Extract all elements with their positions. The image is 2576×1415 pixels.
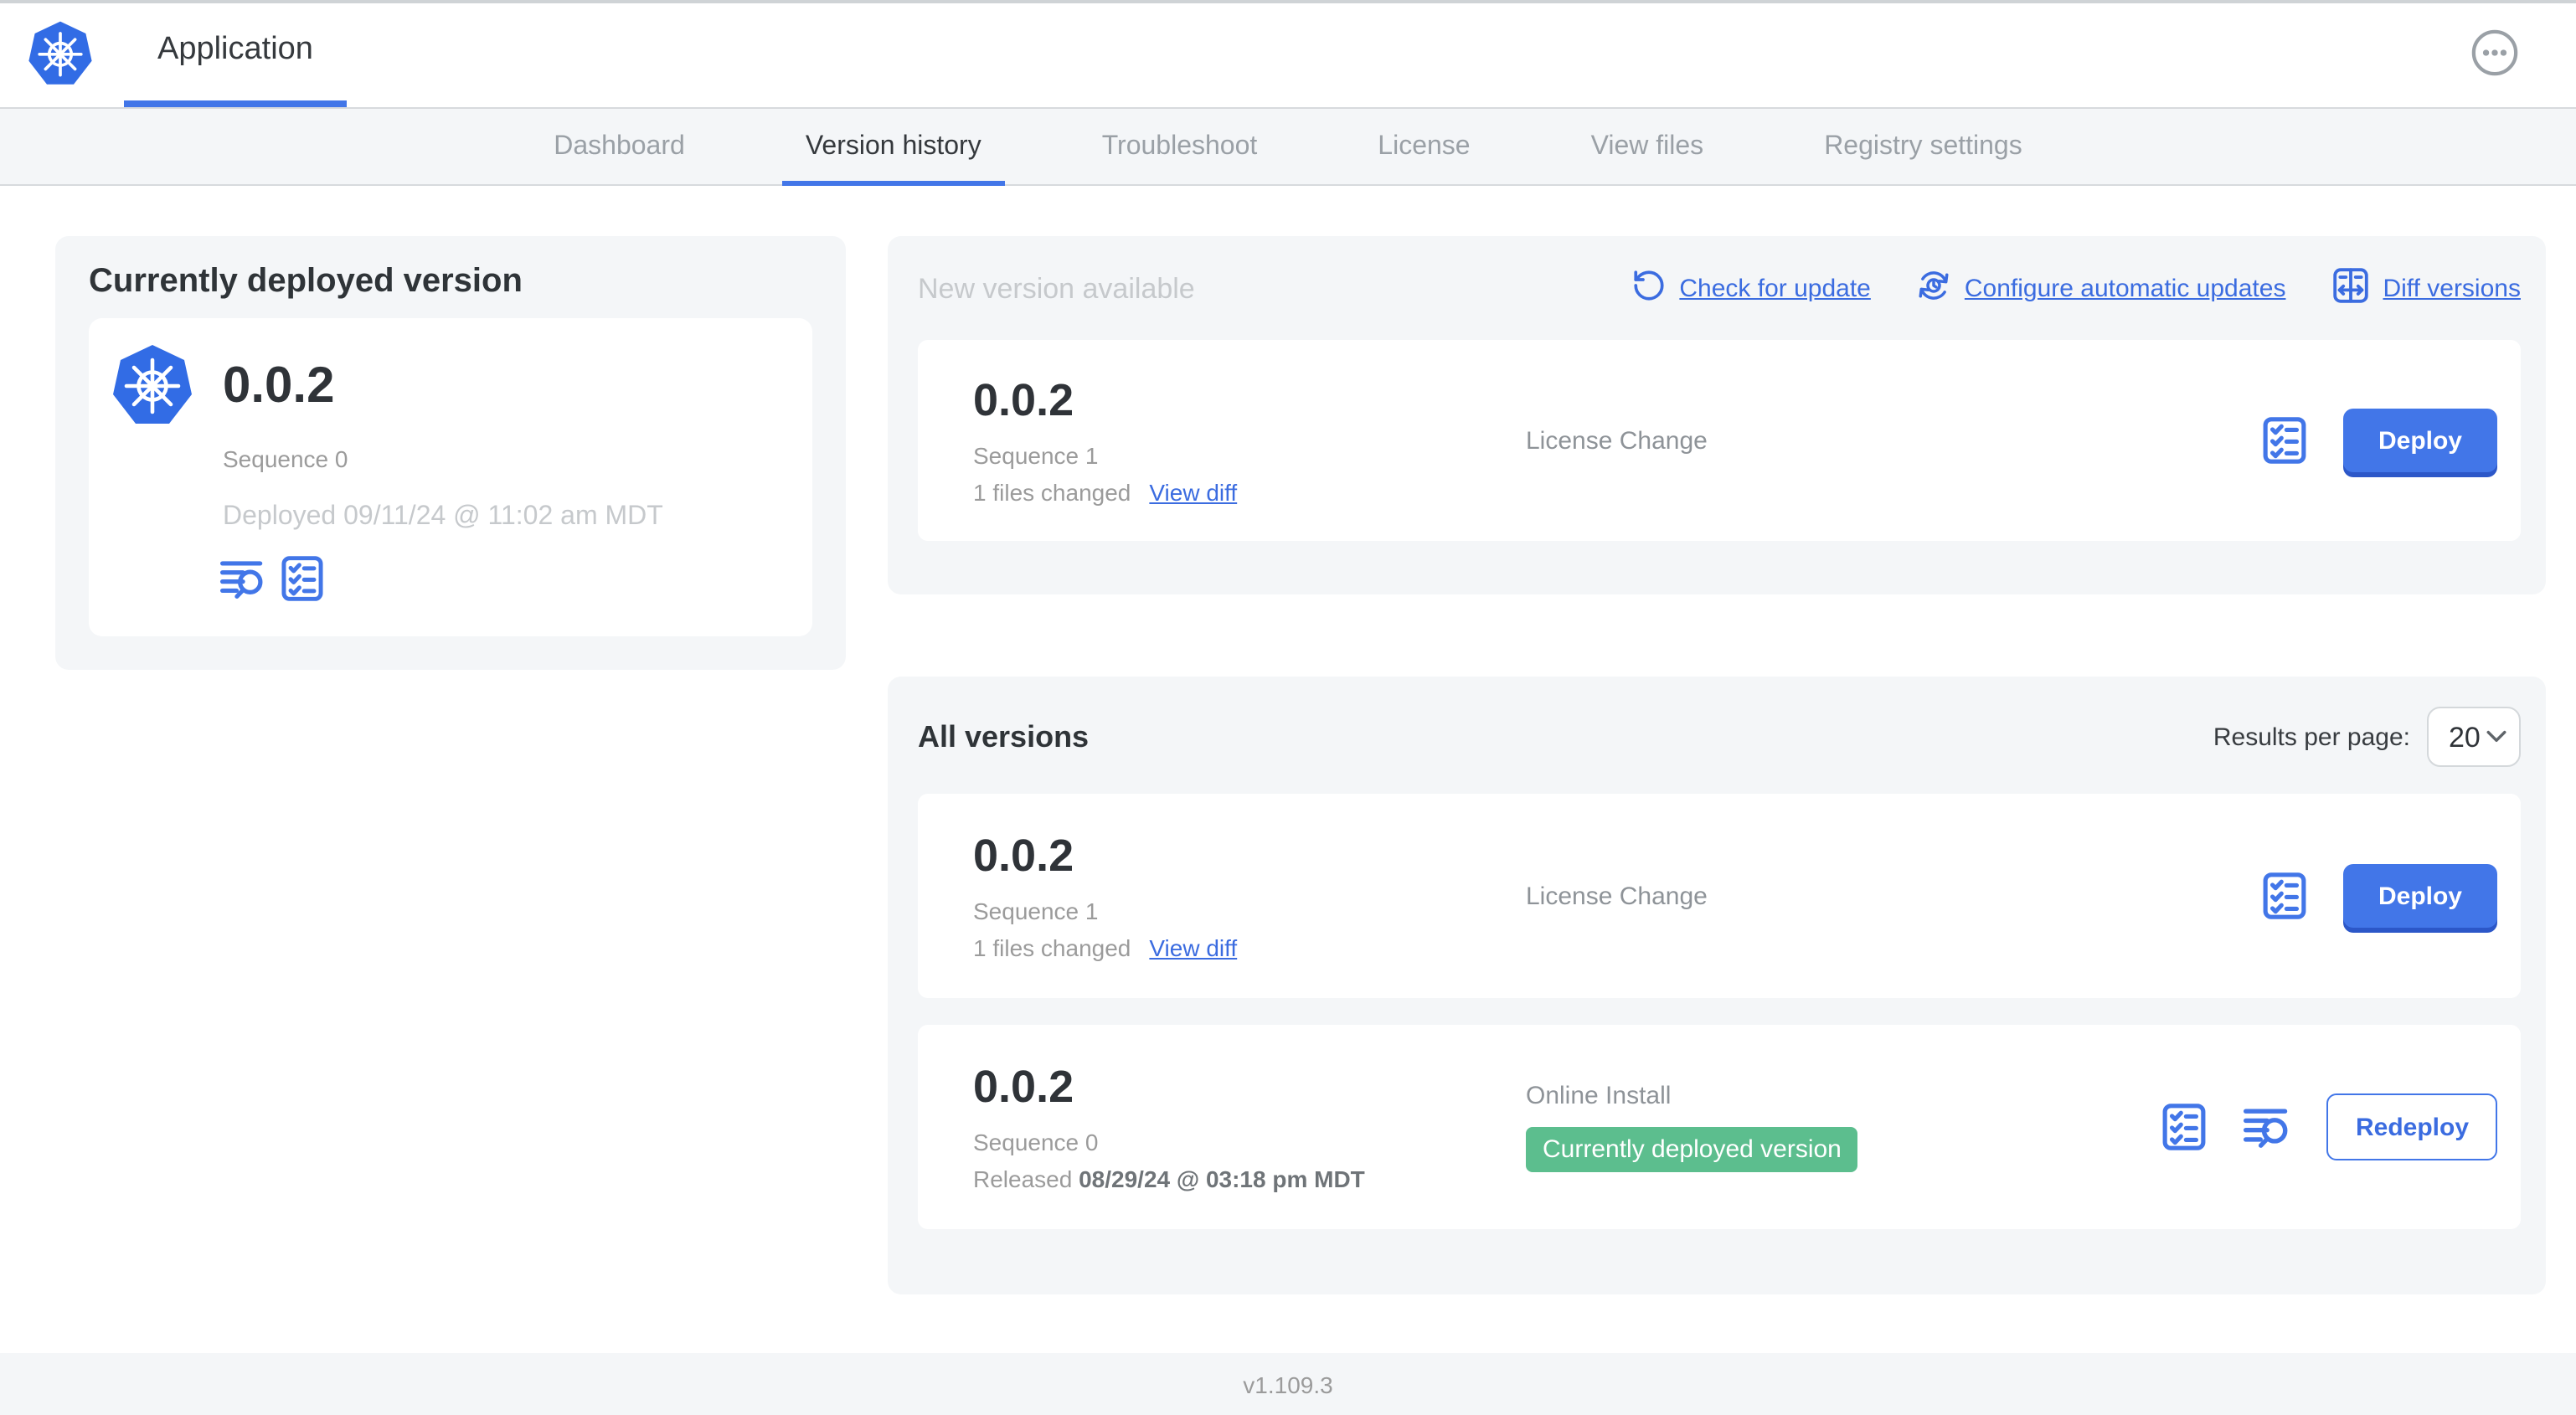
- version-actions: Deploy: [2263, 409, 2497, 472]
- preflight-checklist-icon[interactable]: [281, 556, 323, 601]
- version-info: 0.0.2 Sequence 1 1 files changed View di…: [973, 831, 1526, 960]
- current-version-actions: [219, 556, 323, 601]
- deploy-button[interactable]: Deploy: [2342, 409, 2497, 472]
- results-per-page-select-wrap: 20: [2427, 707, 2521, 767]
- version-info: 0.0.2 Sequence 1 1 files changed View di…: [973, 376, 1526, 505]
- new-version-panel: New version available Check for update C…: [888, 236, 2546, 594]
- version-source: License Change: [1526, 882, 2263, 910]
- view-logs-icon[interactable]: [219, 557, 265, 600]
- released-date-value: 08/29/24 @ 03:18 pm MDT: [1079, 1165, 1365, 1192]
- tab-view-files[interactable]: View files: [1531, 109, 1765, 184]
- app-header: Application: [0, 0, 2576, 107]
- deploy-button[interactable]: Deploy: [2342, 864, 2497, 928]
- currently-deployed-title: Currently deployed version: [89, 263, 523, 300]
- new-version-header: New version available Check for update C…: [918, 266, 2521, 311]
- kubernetes-logo-icon: [27, 19, 94, 87]
- redeploy-button[interactable]: Redeploy: [2326, 1093, 2497, 1160]
- version-sequence: Sequence 0: [973, 1128, 1099, 1155]
- released-date: Released 08/29/24 @ 03:18 pm MDT: [973, 1165, 1526, 1191]
- configure-automatic-updates-link[interactable]: Configure automatic updates: [1916, 268, 2286, 310]
- refresh-icon: [1631, 268, 1666, 310]
- tab-license[interactable]: License: [1317, 109, 1530, 184]
- app-title-tab[interactable]: Application: [124, 0, 347, 107]
- version-sequence: Sequence 1: [973, 441, 1099, 469]
- currently-deployed-badge: Currently deployed version: [1526, 1127, 1858, 1172]
- version-actions-links: Check for update Configure automatic upd…: [1631, 266, 2521, 311]
- app-root: Application Dashboard Version history Tr…: [0, 0, 2576, 1415]
- view-logs-icon[interactable]: [2244, 1104, 2290, 1150]
- version-info: 0.0.2 Sequence 0 Released 08/29/24 @ 03:…: [973, 1063, 1526, 1191]
- tab-registry-settings[interactable]: Registry settings: [1764, 109, 2083, 184]
- schedule-update-icon: [1916, 268, 1951, 310]
- version-number: 0.0.2: [973, 831, 1074, 882]
- diff-versions-link[interactable]: Diff versions: [2331, 266, 2521, 311]
- ellipsis-icon: [2470, 28, 2519, 77]
- version-source: Online Install Currently deployed versio…: [1526, 1082, 2163, 1172]
- results-per-page: Results per page: 20: [2213, 707, 2521, 767]
- current-version-number: 0.0.2: [223, 358, 335, 414]
- version-number: 0.0.2: [973, 375, 1074, 426]
- version-sequence: Sequence 1: [973, 897, 1099, 924]
- diff-icon: [2331, 266, 2369, 311]
- files-changed-label: 1 files changed: [973, 934, 1131, 961]
- preflight-checklist-icon[interactable]: [2263, 417, 2306, 464]
- tab-version-history[interactable]: Version history: [745, 109, 1042, 186]
- version-actions: Deploy: [2263, 864, 2497, 928]
- source-label: License Change: [1526, 426, 1708, 455]
- tab-troubleshoot[interactable]: Troubleshoot: [1042, 109, 1318, 184]
- check-for-update-label: Check for update: [1679, 275, 1871, 303]
- version-number: 0.0.2: [973, 1062, 1074, 1113]
- window-top-edge: [0, 0, 2576, 3]
- check-for-update-link[interactable]: Check for update: [1631, 268, 1871, 310]
- new-version-row: 0.0.2 Sequence 1 1 files changed View di…: [918, 340, 2521, 541]
- version-row: 0.0.2 Sequence 0 Released 08/29/24 @ 03:…: [918, 1025, 2521, 1229]
- current-version-sequence: Sequence 0: [223, 445, 348, 472]
- source-label: Online Install: [1526, 1082, 1672, 1110]
- tab-dashboard[interactable]: Dashboard: [493, 109, 745, 184]
- app-footer: v1.109.3: [0, 1353, 2576, 1415]
- preflight-checklist-icon[interactable]: [2263, 872, 2306, 919]
- view-diff-link[interactable]: View diff: [1149, 934, 1237, 960]
- currently-deployed-panel: Currently deployed version 0.0.2 Sequenc…: [55, 236, 846, 670]
- console-version: v1.109.3: [1243, 1371, 1333, 1397]
- preflight-checklist-icon[interactable]: [2163, 1104, 2207, 1150]
- app-icon: [111, 343, 194, 427]
- overflow-menu-button[interactable]: [2470, 28, 2519, 77]
- all-versions-panel: All versions Results per page: 20 0.0.2 …: [888, 677, 2546, 1294]
- all-versions-header: All versions Results per page: 20: [918, 707, 2521, 767]
- results-per-page-select[interactable]: 20: [2427, 707, 2521, 767]
- current-version-card: 0.0.2 Sequence 0 Deployed 09/11/24 @ 11:…: [89, 318, 812, 636]
- results-per-page-label: Results per page:: [2213, 723, 2410, 751]
- version-row: 0.0.2 Sequence 1 1 files changed View di…: [918, 794, 2521, 998]
- files-changed-label: 1 files changed: [973, 478, 1131, 506]
- new-version-title: New version available: [918, 272, 1195, 304]
- main-nav: Dashboard Version history Troubleshoot L…: [0, 107, 2576, 186]
- version-source: License Change: [1526, 426, 2263, 455]
- diff-versions-label: Diff versions: [2383, 275, 2521, 303]
- view-diff-link[interactable]: View diff: [1149, 478, 1237, 505]
- current-version-deployed-date: Deployed 09/11/24 @ 11:02 am MDT: [223, 502, 663, 531]
- all-versions-title: All versions: [918, 719, 1090, 753]
- version-actions: Redeploy: [2163, 1093, 2497, 1160]
- source-label: License Change: [1526, 882, 1708, 910]
- app-title: Application: [157, 32, 313, 67]
- configure-automatic-updates-label: Configure automatic updates: [1964, 275, 2286, 303]
- released-prefix: Released: [973, 1165, 1073, 1192]
